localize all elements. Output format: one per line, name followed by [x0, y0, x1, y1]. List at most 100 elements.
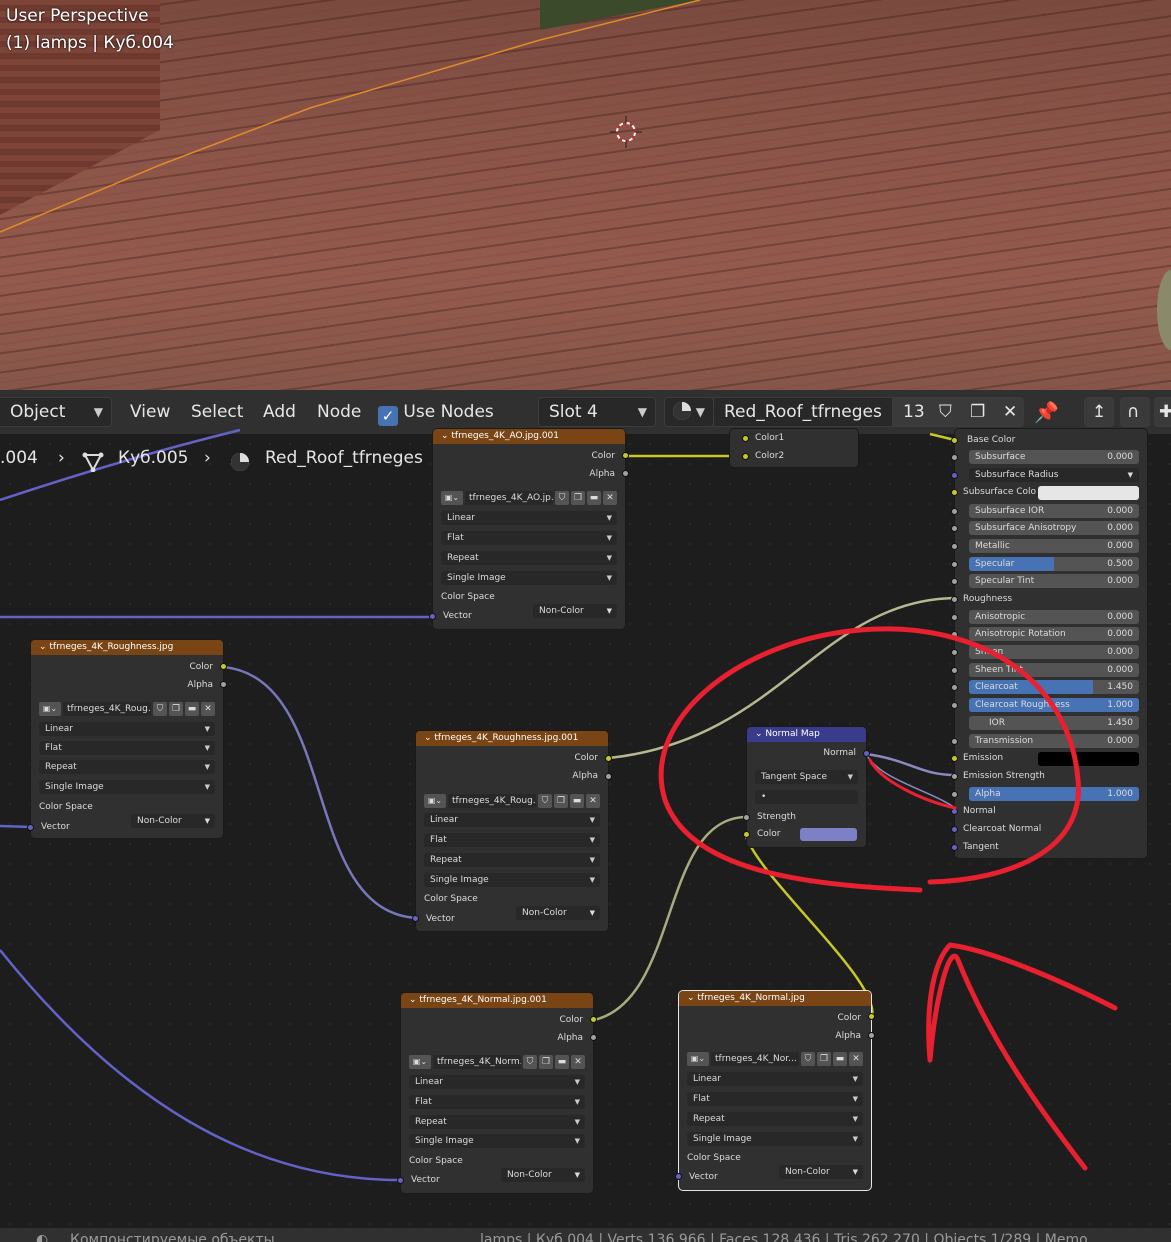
color1-input-socket[interactable]	[742, 435, 749, 442]
breadcrumb-prev[interactable]: .004	[0, 448, 38, 468]
color-space-dropdown[interactable]: Non-Color ▼	[131, 814, 215, 828]
specular-field[interactable]: Specular 0.500	[969, 557, 1139, 571]
color-output-socket[interactable]	[605, 755, 612, 762]
3d-viewport[interactable]: User Perspective (1) lamps | Куб.004	[0, 0, 1171, 390]
fake-user-shield-icon[interactable]: ⛉	[523, 1055, 537, 1069]
source-dropdown[interactable]: Single Image ▼	[424, 873, 600, 887]
projection-dropdown[interactable]: Flat ▼	[687, 1092, 863, 1106]
collapse-chevron-icon[interactable]: ⌄	[409, 995, 419, 1005]
close-icon[interactable]: ✕	[603, 491, 617, 505]
add-menu[interactable]: Add	[263, 390, 296, 434]
principled-bsdf-node[interactable]: Base Color Subsurface 0.000 Subsurface Ra…	[951, 429, 1147, 858]
alpha-output-socket[interactable]	[622, 470, 629, 477]
projection-dropdown[interactable]: Flat ▼	[409, 1095, 585, 1109]
color-output-socket[interactable]	[590, 1016, 597, 1023]
anisotropic-field[interactable]: Anisotropic 0.000	[969, 610, 1139, 624]
clearcoat-roughness-field[interactable]: Clearcoat Roughness 1.000	[969, 698, 1139, 712]
extension-dropdown[interactable]: Repeat ▼	[687, 1112, 863, 1126]
image-texture-node-ao[interactable]: ⌄ tfrneges_4K_AO.jpg.001 Color Alpha ▣⌄ t…	[429, 429, 629, 629]
color-output-socket[interactable]	[622, 452, 629, 459]
subsurface-color-socket[interactable]	[951, 489, 958, 496]
object-mode-dropdown[interactable]: Object ▼	[0, 397, 112, 427]
color-output-socket[interactable]	[868, 1013, 875, 1020]
material-users-count[interactable]: 13	[892, 397, 934, 427]
subsurface-anisotropy-socket[interactable]	[951, 525, 958, 532]
specular-socket[interactable]	[951, 561, 958, 568]
sheen-tint-field[interactable]: Sheen Tint 0.000	[969, 663, 1139, 677]
source-dropdown[interactable]: Single Image ▼	[39, 780, 215, 794]
image-texture-node-roughness-001[interactable]: ⌄ tfrneges_4K_Roughness.jpg.001 Color Al…	[412, 731, 612, 931]
material-browse-button[interactable]: ▼	[664, 397, 714, 427]
source-dropdown[interactable]: Single Image ▼	[409, 1134, 585, 1148]
alpha-output-socket[interactable]	[868, 1032, 875, 1039]
image-name[interactable]: tfrneges_4K_AO.jp...	[465, 491, 553, 505]
duplicate-icon[interactable]: ❐	[169, 702, 183, 716]
emission-socket[interactable]	[951, 755, 958, 762]
collapse-chevron-icon[interactable]: ⌄	[441, 431, 451, 441]
subsurface-color-swatch[interactable]	[1038, 486, 1139, 500]
image-name[interactable]: tfrneges_4K_Roug...	[448, 794, 536, 808]
vector-input-socket[interactable]	[397, 1177, 404, 1184]
subsurface-anisotropy-field[interactable]: Subsurface Anisotropy 0.000	[969, 521, 1139, 535]
node-header[interactable]: ⌄ tfrneges_4K_Normal.jpg.001	[401, 993, 593, 1008]
duplicate-icon[interactable]: ❐	[571, 491, 585, 505]
node-header[interactable]: ⌄ Normal Map	[747, 727, 866, 742]
alpha-socket[interactable]	[951, 791, 958, 798]
3d-cursor-icon[interactable]	[610, 116, 642, 148]
fake-user-shield-icon[interactable]: ⛉	[933, 397, 963, 427]
color-input-socket[interactable]	[743, 831, 750, 838]
collapse-chevron-icon[interactable]: ⌄	[424, 733, 434, 743]
interpolation-dropdown[interactable]: Linear ▼	[424, 813, 600, 827]
image-selector[interactable]: ▣⌄ tfrneges_4K_AO.jp... ⛉ ❐ ▬ ✕	[441, 491, 617, 505]
subsurface-radius-socket[interactable]	[951, 472, 958, 479]
extension-dropdown[interactable]: Repeat ▼	[409, 1115, 585, 1129]
fake-user-shield-icon[interactable]: ⛉	[555, 491, 569, 505]
color-space-dropdown[interactable]: Non-Color ▼	[501, 1168, 585, 1182]
duplicate-icon[interactable]: ❐	[554, 794, 568, 808]
fake-user-shield-icon[interactable]: ⛉	[153, 702, 167, 716]
clearcoat-socket[interactable]	[951, 684, 958, 691]
extension-dropdown[interactable]: Repeat ▼	[39, 760, 215, 774]
view-menu[interactable]: View	[130, 390, 170, 434]
metallic-field[interactable]: Metallic 0.000	[969, 539, 1139, 553]
unlink-material-icon[interactable]: ✕	[994, 397, 1024, 427]
vector-input-socket[interactable]	[412, 915, 419, 922]
duplicate-material-icon[interactable]: ❐	[962, 397, 995, 427]
folder-icon[interactable]: ▬	[587, 491, 601, 505]
subsurface-ior-field[interactable]: Subsurface IOR 0.000	[969, 504, 1139, 518]
extension-dropdown[interactable]: Repeat ▼	[424, 853, 600, 867]
color2-input-socket[interactable]	[742, 453, 749, 460]
material-name-field[interactable]: Red_Roof_tfrneges	[713, 397, 893, 427]
image-browse-icon[interactable]: ▣⌄	[424, 794, 446, 808]
alpha-field[interactable]: Alpha 1.000	[969, 787, 1139, 801]
image-selector[interactable]: ▣⌄ tfrneges_4K_Roug... ⛉ ❐ ▬ ✕	[39, 702, 215, 716]
image-texture-node-normal[interactable]: ⌄ tfrneges_4K_Normal.jpg Color Alpha ▣⌄ t…	[675, 991, 875, 1190]
duplicate-icon[interactable]: ❐	[817, 1052, 831, 1066]
image-texture-node-roughness[interactable]: ⌄ tfrneges_4K_Roughness.jpg Color Alpha …	[27, 640, 227, 838]
transmission-field[interactable]: Transmission 0.000	[969, 734, 1139, 748]
slot-dropdown[interactable]: Slot 4 ▼	[538, 397, 656, 427]
color-space-dropdown[interactable]: Non-Color ▼	[516, 906, 600, 920]
image-selector[interactable]: ▣⌄ tfrneges_4K_Norm... ⛉ ❐ ▬ ✕	[409, 1055, 585, 1069]
source-dropdown[interactable]: Single Image ▼	[441, 571, 617, 585]
anisotropic-socket[interactable]	[951, 614, 958, 621]
uv-map-field[interactable]: •	[755, 790, 858, 804]
color-output-socket[interactable]	[220, 663, 227, 670]
folder-icon[interactable]: ▬	[833, 1052, 847, 1066]
metallic-socket[interactable]	[951, 543, 958, 550]
close-icon[interactable]: ✕	[849, 1052, 863, 1066]
sheen-tint-socket[interactable]	[951, 667, 958, 674]
extension-dropdown[interactable]: Repeat ▼	[441, 551, 617, 565]
vector-input-socket[interactable]	[429, 613, 436, 620]
use-nodes-toggle[interactable]: ✓ Use Nodes	[378, 390, 494, 434]
roughness-socket[interactable]	[951, 596, 958, 603]
snap-options-icon[interactable]: ✚	[1154, 397, 1171, 427]
image-name[interactable]: tfrneges_4K_Nor...	[711, 1052, 799, 1066]
breadcrumb-material[interactable]: Red_Roof_tfrneges	[265, 448, 423, 468]
alpha-output-socket[interactable]	[590, 1034, 597, 1041]
emission-color-swatch[interactable]	[1038, 752, 1139, 766]
sheen-socket[interactable]	[951, 649, 958, 656]
collapse-chevron-icon[interactable]: ⌄	[755, 729, 765, 739]
image-selector[interactable]: ▣⌄ tfrneges_4K_Nor... ⛉ ❐ ▬ ✕	[687, 1052, 863, 1066]
subsurface-field[interactable]: Subsurface 0.000	[969, 450, 1139, 464]
